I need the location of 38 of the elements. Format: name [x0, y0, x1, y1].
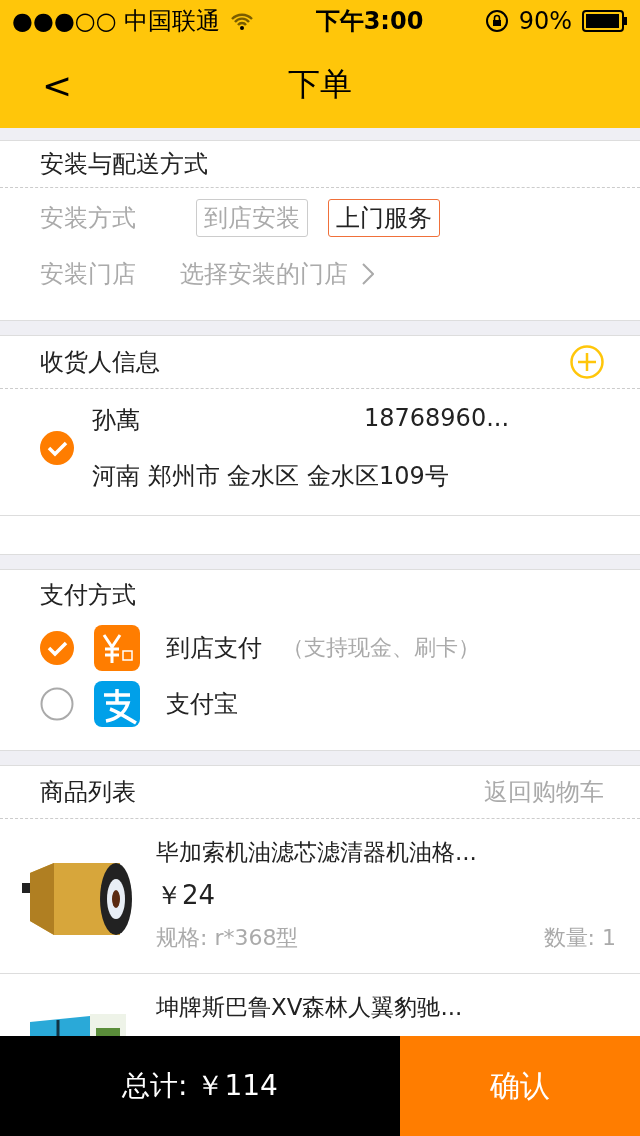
add-icon[interactable] — [570, 345, 604, 379]
install-option[interactable]: 到店安装 — [196, 199, 308, 237]
alipay-icon — [94, 681, 140, 727]
payment-label: 支付宝 — [166, 689, 238, 720]
battery-icon — [582, 10, 628, 32]
product-name: 毕加索机油滤芯滤清器机油格... — [156, 838, 478, 867]
carrier-text: ●●●○○ 中国联通 — [12, 6, 221, 37]
receiver-name: 孙萬 — [92, 405, 141, 436]
yuan-icon — [94, 625, 140, 671]
field-label: 安装方式 — [40, 203, 136, 234]
receiver-address: 河南 郑州市 金水区 金水区109号 — [92, 461, 450, 492]
checked-radio[interactable] — [40, 631, 74, 665]
store-selector[interactable]: 选择安装的门店 — [180, 258, 348, 290]
section-title: 商品列表 — [40, 777, 136, 808]
confirm-button[interactable]: 确认 — [400, 1036, 640, 1136]
product-quantity: 数量: 1 — [543, 924, 616, 952]
wifi-icon — [230, 12, 255, 30]
section-title: 安装与配送方式 — [40, 149, 208, 180]
checked-radio[interactable] — [40, 431, 74, 465]
section-title: 支付方式 — [40, 580, 136, 611]
page-title: 下单 — [288, 64, 352, 105]
receiver-phone: 18768960... — [364, 404, 510, 434]
field-label: 安装门店 — [40, 259, 136, 290]
product-name: 坤牌斯巴鲁XV森林人翼豹驰... — [156, 993, 464, 1022]
unchecked-radio[interactable] — [40, 687, 74, 721]
product-spec: 规格: r*368型 — [156, 924, 299, 952]
clock-text: 下午3:00 — [315, 7, 424, 35]
install-option[interactable]: 上门服务 — [328, 199, 440, 237]
rotation-lock-icon — [484, 9, 509, 33]
battery-percent: 90% — [518, 7, 572, 35]
product-price: ￥24 — [156, 879, 217, 912]
section-title: 收货人信息 — [40, 347, 160, 378]
total-amount: 总计: ￥114 — [122, 1068, 278, 1104]
back-button[interactable]: < — [36, 64, 79, 106]
back-to-cart-link[interactable]: 返回购物车 — [484, 776, 604, 808]
payment-note: （支持现金、刷卡） — [282, 634, 480, 662]
chevron-right-icon[interactable] — [362, 263, 374, 285]
payment-label: 到店支付 — [166, 633, 262, 664]
